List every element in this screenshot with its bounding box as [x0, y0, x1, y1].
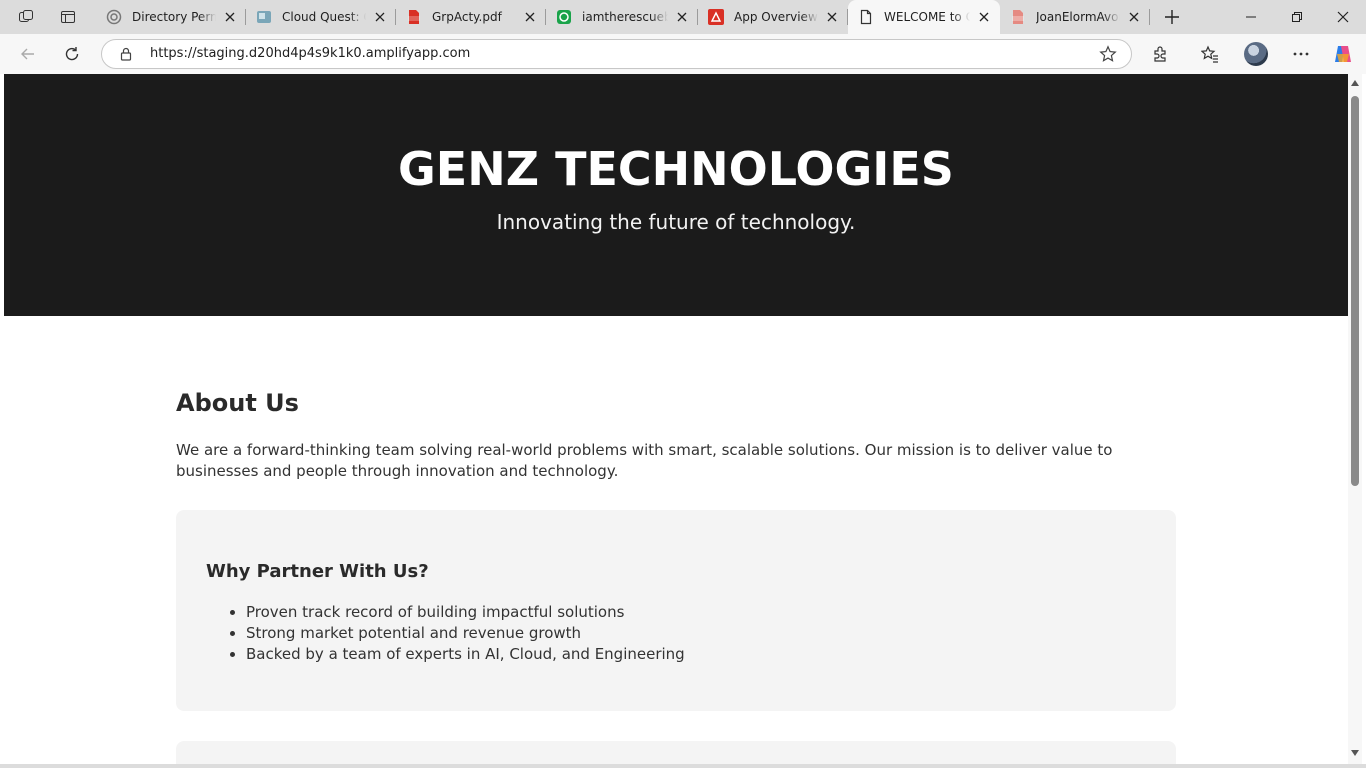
scroll-up-icon[interactable] — [1351, 80, 1359, 86]
pdf-icon — [1010, 9, 1026, 25]
minimize-button[interactable] — [1228, 0, 1274, 34]
partner-card: Why Partner With Us? Proven track record… — [176, 510, 1176, 711]
plus-icon — [1165, 10, 1179, 24]
hero-tagline: Innovating the future of technology. — [496, 210, 856, 234]
tab-strip: Directory Permissions Cloud Quest: Open … — [0, 0, 1366, 34]
address-bar[interactable]: https://staging.d20hd4p4s9k1k0.amplifyap… — [101, 39, 1132, 69]
tab-joanelormavornyo[interactable]: JoanElormAvornyo — [1000, 0, 1150, 34]
page-icon — [858, 9, 874, 25]
cloud-quest-icon — [256, 9, 272, 25]
list-item: Strong market potential and revenue grow… — [246, 623, 685, 644]
close-icon[interactable] — [674, 9, 690, 25]
partner-heading: Why Partner With Us? — [206, 561, 429, 582]
arrow-left-icon — [21, 48, 34, 60]
tab-directory-permissions[interactable]: Directory Permissions — [96, 0, 246, 34]
list-item: Proven track record of building impactfu… — [246, 602, 685, 623]
back-button[interactable] — [13, 40, 43, 68]
tab-title: App Overview | Amplify — [734, 10, 818, 24]
page-viewport: GENZ TECHNOLOGIES Innovating the future … — [4, 74, 1348, 764]
gear-icon — [106, 9, 122, 25]
whatsapp-icon — [556, 9, 572, 25]
refresh-button[interactable] — [57, 40, 87, 68]
close-icon[interactable] — [372, 9, 388, 25]
lock-icon[interactable] — [118, 46, 134, 62]
tab-title: Cloud Quest: Open — [282, 10, 366, 24]
more-options-icon[interactable] — [1290, 43, 1312, 65]
close-icon — [1337, 11, 1349, 23]
close-icon[interactable] — [976, 9, 992, 25]
vertical-tabs-icon[interactable] — [54, 4, 82, 30]
favorites-icon[interactable] — [1199, 43, 1221, 65]
restore-icon — [1292, 12, 1302, 22]
refresh-icon — [65, 47, 79, 61]
close-icon[interactable] — [522, 9, 538, 25]
partner-list: Proven track record of building impactfu… — [246, 602, 685, 665]
navigation-bar: https://staging.d20hd4p4s9k1k0.amplifyap… — [0, 34, 1366, 74]
favorite-star-icon[interactable] — [1099, 45, 1117, 63]
tab-grpacty-pdf[interactable]: GrpActy.pdf — [396, 0, 546, 34]
close-icon[interactable] — [824, 9, 840, 25]
pdf-icon — [406, 9, 422, 25]
amplify-icon — [708, 9, 724, 25]
close-icon[interactable] — [1126, 9, 1142, 25]
extensions-icon[interactable] — [1150, 43, 1172, 65]
close-window-button[interactable] — [1320, 0, 1366, 34]
copilot-icon[interactable] — [1332, 43, 1354, 65]
new-tab-button[interactable] — [1158, 4, 1186, 30]
vertical-scrollbar[interactable] — [1348, 74, 1362, 764]
profile-avatar[interactable] — [1244, 42, 1268, 66]
tab-cloud-quest[interactable]: Cloud Quest: Open — [246, 0, 396, 34]
hero-title: GENZ TECHNOLOGIES — [398, 142, 954, 196]
tab-iamtherescuebuddy[interactable]: iamtherescuebuddy — [546, 0, 698, 34]
tab-app-overview[interactable]: App Overview | Amplify — [698, 0, 848, 34]
about-text: We are a forward-thinking team solving r… — [176, 441, 1113, 480]
minimize-icon — [1246, 16, 1256, 18]
list-item: Backed by a team of experts in AI, Cloud… — [246, 644, 685, 665]
close-icon[interactable] — [222, 9, 238, 25]
scroll-down-icon[interactable] — [1351, 750, 1359, 756]
workspaces-icon[interactable] — [12, 4, 40, 30]
tab-title: iamtherescuebuddy — [582, 10, 668, 24]
window-bottom-edge — [0, 764, 1366, 768]
tab-welcome-genz[interactable]: WELCOME to GENZ — [848, 0, 1000, 34]
about-heading: About Us — [176, 389, 299, 417]
tab-title: JoanElormAvornyo — [1036, 10, 1120, 24]
tab-title: Directory Permissions — [132, 10, 216, 24]
hero-banner: GENZ TECHNOLOGIES Innovating the future … — [4, 74, 1348, 316]
scrollbar-thumb[interactable] — [1351, 96, 1359, 486]
url-text[interactable]: https://staging.d20hd4p4s9k1k0.amplifyap… — [150, 46, 470, 61]
restore-button[interactable] — [1274, 0, 1320, 34]
tab-title: GrpActy.pdf — [432, 10, 502, 24]
tab-title: WELCOME to GENZ — [884, 10, 970, 24]
next-card — [176, 741, 1176, 764]
